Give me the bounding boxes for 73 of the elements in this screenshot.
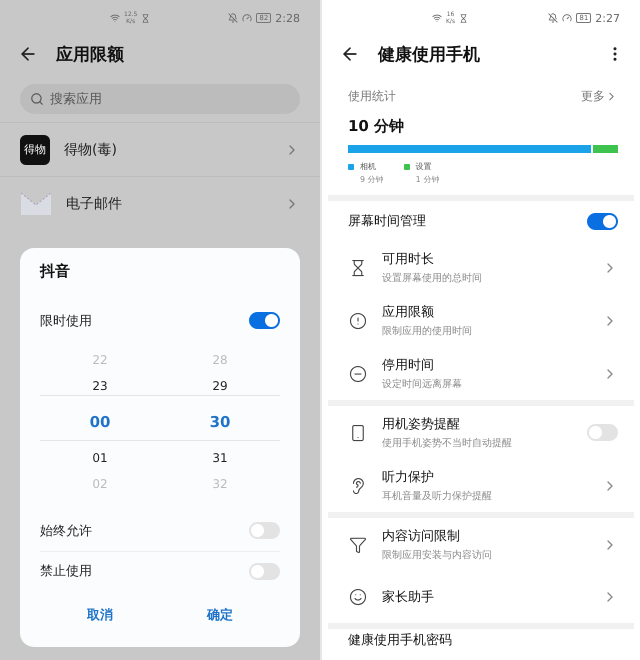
toggle-switch[interactable]	[249, 312, 280, 330]
dialog-title: 抖音	[40, 262, 71, 281]
picker-value[interactable]: 01	[92, 444, 108, 471]
wifi-icon	[432, 13, 442, 23]
setting-icon	[349, 424, 367, 442]
app-list-item[interactable]: 电子邮件	[0, 176, 320, 230]
setting-label: 限时使用	[40, 312, 92, 330]
settings-item[interactable]: 停用时间 设定时间远离屏幕	[322, 347, 640, 400]
gauge-icon	[242, 13, 252, 23]
item-subtitle: 限制应用的使用时间	[382, 324, 473, 338]
picker-value[interactable]: 29	[212, 372, 228, 399]
setting-label: 始终允许	[40, 522, 92, 540]
setting-label: 禁止使用	[40, 563, 92, 580]
item-title: 停用时间	[382, 357, 435, 374]
item-title: 屏幕时间管理	[348, 213, 427, 230]
item-subtitle: 设置屏幕使用的总时间	[382, 272, 483, 285]
section-label: 使用统计	[348, 88, 396, 105]
legend-label: 设置	[416, 161, 433, 172]
item-title: 可用时长	[382, 251, 435, 268]
picker-value[interactable]: 31	[212, 444, 228, 471]
settings-item[interactable]: 用机姿势提醒 使用手机姿势不当时自动提醒	[322, 406, 640, 459]
setting-icon	[349, 588, 367, 606]
page-title: 应用限额	[56, 44, 125, 66]
clock-time: 2:28	[275, 12, 300, 24]
hourglass-icon	[459, 14, 468, 22]
wifi-icon	[110, 13, 120, 23]
picker-value[interactable]: 23	[92, 372, 108, 399]
item-title: 健康使用手机密码	[348, 632, 453, 649]
item-subtitle: 耳机音量及听力保护提醒	[382, 490, 493, 503]
picker-value[interactable]: 00	[90, 398, 110, 445]
hourglass-icon	[141, 14, 150, 22]
settings-item[interactable]: 家长助手	[322, 571, 640, 623]
item-title: 应用限额	[382, 304, 435, 321]
item-title: 内容访问限制	[382, 528, 461, 545]
settings-item[interactable]: 应用限额 限制应用的使用时间	[322, 294, 640, 347]
toggle-switch[interactable]	[587, 424, 618, 441]
total-time: 10 分钟	[348, 117, 406, 136]
legend-label: 相机	[360, 161, 377, 172]
toggle-switch[interactable]	[587, 212, 618, 230]
item-title: 家长助手	[382, 589, 435, 606]
cancel-button[interactable]: 取消	[77, 602, 123, 628]
clock-time: 2:27	[595, 12, 620, 24]
toggle-switch[interactable]	[249, 522, 280, 540]
gauge-icon	[562, 13, 572, 23]
search-field[interactable]: 搜索应用	[20, 84, 300, 114]
bell-off-icon	[228, 13, 238, 23]
settings-item[interactable]: 健康使用手机密码	[322, 629, 640, 651]
toggle-switch[interactable]	[249, 562, 280, 580]
page-title: 健康使用手机	[378, 44, 481, 66]
settings-item[interactable]: 可用时长 设置屏幕使用的总时间	[322, 241, 640, 294]
settings-item[interactable]: 内容访问限制 限制应用安装与内容访问	[322, 518, 640, 571]
item-subtitle: 使用手机姿势不当时自动提醒	[382, 436, 513, 450]
item-title: 用机姿势提醒	[382, 416, 461, 433]
envelope-icon	[20, 190, 52, 216]
app-name: 得物(毒)	[64, 140, 118, 158]
app-logo: 得物	[20, 134, 50, 164]
setting-icon	[349, 312, 367, 330]
bell-off-icon	[548, 13, 558, 23]
picker-value[interactable]: 30	[210, 398, 230, 445]
setting-icon	[349, 536, 367, 554]
item-subtitle: 设定时间远离屏幕	[382, 378, 463, 391]
settings-item[interactable]: 听力保护 耳机音量及听力保护提醒	[322, 459, 640, 512]
setting-icon	[349, 364, 367, 382]
search-icon	[30, 92, 44, 106]
app-name: 电子邮件	[66, 194, 123, 212]
item-title: 听力保护	[382, 469, 435, 486]
legend-time: 1 分钟	[416, 174, 440, 185]
settings-item[interactable]: 屏幕时间管理	[322, 201, 640, 241]
legend-time: 9 分钟	[360, 174, 384, 185]
more-link[interactable]: 更多	[581, 88, 618, 105]
confirm-button[interactable]: 确定	[197, 602, 243, 628]
app-list-item[interactable]: 得物 得物(毒)	[0, 122, 320, 176]
item-subtitle: 限制应用安装与内容访问	[382, 548, 493, 562]
